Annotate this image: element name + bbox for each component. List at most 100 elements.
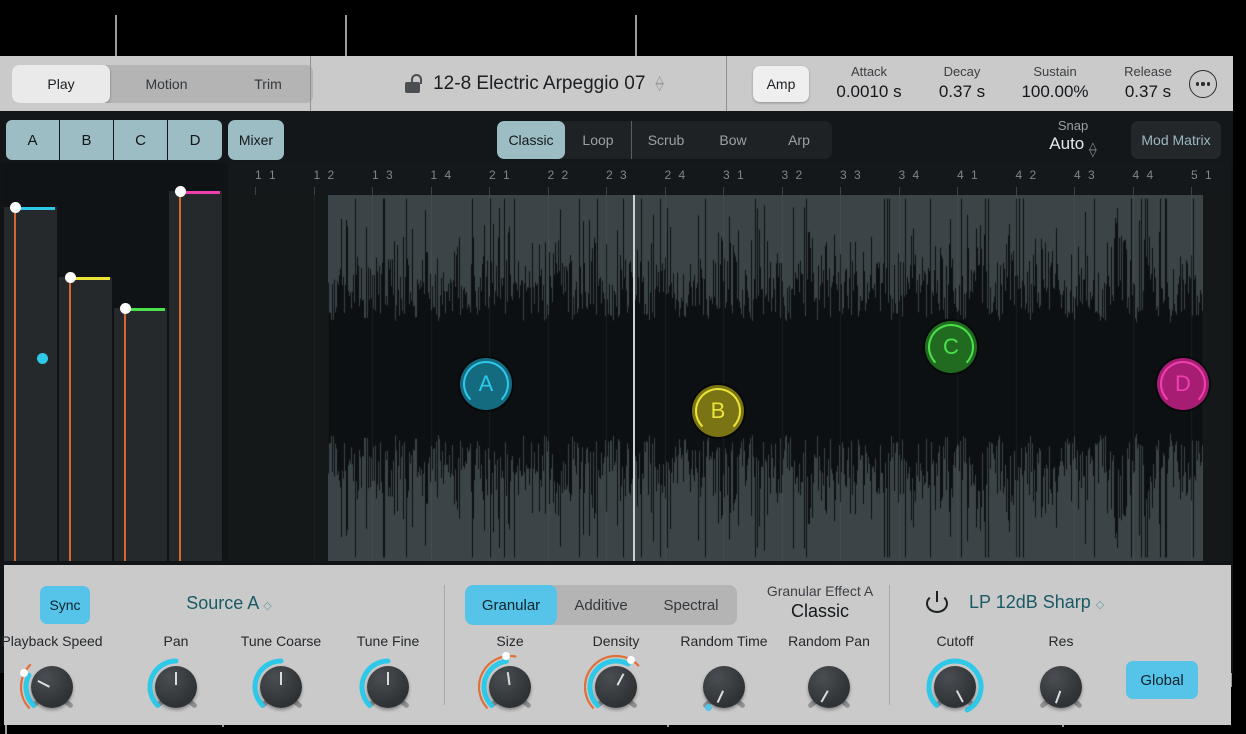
waveform-marker-c[interactable]: C — [925, 321, 977, 373]
unlocked-padlock-icon[interactable] — [403, 73, 423, 94]
knob-cap-playback-speed[interactable] — [31, 666, 73, 708]
mixer-pane[interactable] — [4, 163, 224, 561]
knob-cap-random-pan[interactable] — [808, 666, 850, 708]
playback-mode-tabs[interactable]: Classic Loop Scrub Bow Arp — [497, 121, 832, 159]
waveform-marker-a[interactable]: A — [460, 358, 512, 410]
knob-body-res[interactable] — [1029, 655, 1093, 719]
knob-pointer-pan — [174, 672, 178, 685]
marker-label: C — [943, 334, 959, 359]
granular-effect-readout[interactable]: Granular Effect A Classic — [755, 583, 885, 622]
knob-cap-res[interactable] — [1040, 666, 1082, 708]
envelope-release[interactable]: Release 0.37 s — [1101, 64, 1195, 102]
view-tab-group[interactable]: Play Motion Trim — [12, 64, 313, 103]
waveform-pane[interactable]: 1 1 1 2 1 3 1 4 2 1 2 2 2 3 2 4 3 1 3 2 3 3 3 4 4 1 4… — [228, 163, 1231, 561]
source-button-b[interactable]: B — [60, 120, 114, 160]
knob-cap-pan[interactable] — [155, 666, 197, 708]
stepper-up-down-icon[interactable]: ◇ — [263, 600, 271, 612]
mixer-channel-b[interactable] — [59, 277, 112, 561]
knob-cap-tune-fine[interactable] — [367, 666, 409, 708]
knob-body-tune-coarse[interactable] — [249, 655, 313, 719]
waveform-display[interactable] — [228, 195, 1231, 561]
view-tab-trim[interactable]: Trim — [223, 65, 313, 103]
knob-body-playback-speed[interactable] — [20, 655, 84, 719]
mixer-channel-c[interactable] — [114, 308, 167, 561]
mixer-channel-a[interactable] — [4, 207, 57, 561]
envelope-attack[interactable]: Attack 0.0010 s — [822, 64, 916, 102]
preset-selector[interactable]: 12-8 Electric Arpeggio 07 △ ▽ — [341, 56, 726, 111]
stepper-up-down-icon[interactable]: △ ▽ — [655, 74, 663, 92]
mixer-fader-handle-c[interactable] — [119, 303, 131, 314]
knob-body-density[interactable] — [584, 655, 648, 719]
view-tab-play[interactable]: Play — [12, 64, 110, 103]
mixer-channel-d[interactable] — [169, 191, 222, 561]
more-options-ellipsis-icon[interactable] — [1189, 70, 1217, 98]
envelope-decay[interactable]: Decay 0.37 s — [915, 64, 1009, 102]
ruler-tick-mark — [1132, 187, 1134, 195]
mixer-fader-line-b[interactable] — [69, 277, 71, 561]
mode-tab-loop[interactable]: Loop — [565, 121, 631, 159]
knob-cap-random-time[interactable] — [703, 666, 745, 708]
knob-cap-tune-coarse[interactable] — [260, 666, 302, 708]
engine-tab-additive[interactable]: Additive — [557, 585, 645, 625]
mixer-fader-line-a[interactable] — [14, 207, 16, 561]
mixer-button[interactable]: Mixer — [228, 120, 284, 160]
mod-matrix-button[interactable]: Mod Matrix — [1131, 121, 1221, 159]
engine-tab-granular[interactable]: Granular — [465, 585, 557, 625]
mixer-fader-handle-a[interactable] — [9, 202, 21, 213]
knob-cap-cutoff[interactable] — [934, 666, 976, 708]
envelope-sustain[interactable]: Sustain 100.00% — [1008, 64, 1102, 102]
waveform-canvas[interactable] — [228, 195, 1231, 561]
snap-control[interactable]: Snap Auto △ ▽ — [1028, 118, 1118, 159]
source-select[interactable]: Source A ◇ — [134, 593, 324, 614]
power-button-icon[interactable] — [926, 591, 948, 613]
playhead[interactable] — [633, 195, 635, 561]
stepper-up-down-icon[interactable]: ◇ — [1096, 599, 1104, 611]
mode-tab-classic[interactable]: Classic — [497, 121, 565, 159]
knob-body-random-pan[interactable] — [797, 655, 861, 719]
mixer-fader-line-d[interactable] — [179, 191, 181, 561]
source-button-group[interactable]: ABCD — [6, 120, 222, 160]
knob-body-size[interactable] — [478, 652, 542, 719]
knob-body-tune-fine[interactable] — [356, 655, 420, 719]
ruler-tick-mark — [1015, 187, 1017, 195]
source-button-c[interactable]: C — [114, 120, 168, 160]
snap-value[interactable]: Auto △ ▽ — [1028, 134, 1118, 159]
timeline-ruler[interactable]: 1 1 1 2 1 3 1 4 2 1 2 2 2 3 2 4 3 1 3 2 3 3 3 4 4 1 4… — [228, 163, 1231, 195]
ruler-tick-label: 1 1 — [255, 168, 278, 182]
knob-body-cutoff[interactable] — [923, 655, 987, 719]
knob-cap-size[interactable] — [489, 666, 531, 708]
filter-type-value: LP 12dB Sharp — [969, 592, 1091, 612]
source-button-a[interactable]: A — [6, 120, 60, 160]
knob-pointer-res — [1054, 690, 1062, 704]
preset-name: 12-8 Electric Arpeggio 07 — [433, 72, 646, 94]
waveform-marker-b[interactable]: B — [692, 385, 744, 437]
ruler-tick-label: 4 4 — [1132, 168, 1156, 182]
engine-tab-spectral[interactable]: Spectral — [645, 585, 737, 625]
knob-body-random-time[interactable] — [692, 655, 756, 719]
mode-tab-bow[interactable]: Bow — [700, 121, 766, 159]
mixer-fader-line-c[interactable] — [124, 308, 126, 561]
global-button[interactable]: Global — [1126, 661, 1198, 699]
mixer-fader-handle-b[interactable] — [64, 272, 76, 283]
snap-label: Snap — [1057, 118, 1089, 133]
source-button-d[interactable]: D — [168, 120, 222, 160]
header-divider-2 — [726, 56, 727, 111]
amp-button[interactable]: Amp — [753, 66, 809, 102]
stepper-up-down-icon[interactable]: △ ▽ — [1089, 142, 1097, 159]
mixer-pan-dot-a[interactable] — [37, 353, 48, 364]
ruler-tick-label: 4 3 — [1074, 168, 1097, 182]
engine-tab-group[interactable]: Granular Additive Spectral — [465, 585, 737, 625]
ruler-tick-label: 5 1 — [1191, 168, 1214, 182]
view-tab-motion[interactable]: Motion — [110, 65, 223, 103]
waveform-marker-d[interactable]: D — [1157, 358, 1209, 410]
ruler-tick-mark — [957, 187, 958, 195]
envelope-decay-value: 0.37 s — [938, 82, 986, 101]
mixer-fader-handle-d[interactable] — [174, 186, 186, 197]
sync-button[interactable]: Sync — [40, 586, 90, 624]
knob-cap-density[interactable] — [595, 666, 637, 708]
mode-tab-scrub[interactable]: Scrub — [632, 121, 700, 159]
filter-type-select[interactable]: LP 12dB Sharp ◇ — [969, 592, 1169, 613]
mode-tab-arp[interactable]: Arp — [766, 121, 832, 159]
knob-pointer-cutoff — [955, 690, 964, 703]
knob-body-pan[interactable] — [144, 655, 208, 719]
